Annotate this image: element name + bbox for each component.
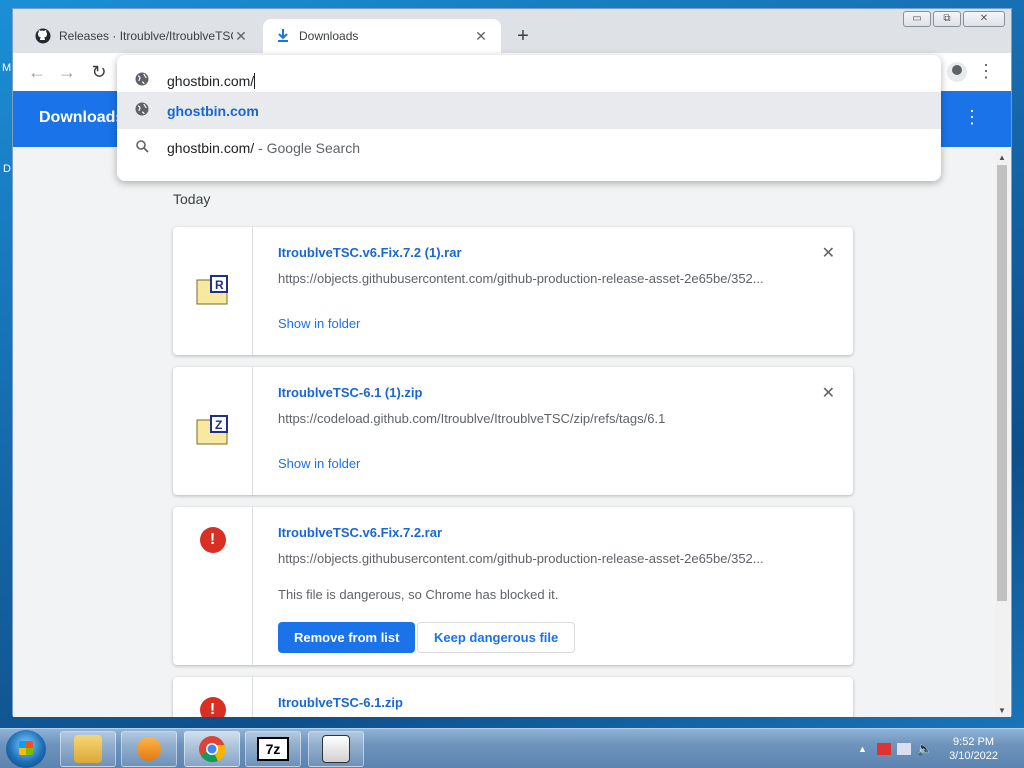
show-hidden-icons[interactable]: ▲: [858, 744, 867, 754]
page-scrollbar[interactable]: ▲ ▼: [995, 151, 1009, 717]
page-menu-icon[interactable]: ⋮: [963, 107, 981, 128]
danger-icon: !: [199, 697, 226, 717]
suggestion-query: ghostbin.com/: [167, 139, 255, 156]
rar-archive-icon: R: [196, 275, 230, 305]
text-caret: [254, 72, 256, 89]
mascot-app-icon[interactable]: [308, 731, 364, 767]
download-filename-link[interactable]: ItroublveTSC.v6.Fix.7.2.rar: [278, 525, 442, 540]
file-icon-column: !: [173, 507, 253, 665]
taskbar: 7z ▲ 🔈 9:52 PM 3/10/2022: [0, 728, 1024, 768]
search-icon: [117, 139, 167, 156]
clock-time: 9:52 PM: [953, 736, 995, 748]
page-title: Downloads: [39, 109, 125, 126]
download-filename-link[interactable]: ItroublveTSC-6.1.zip: [278, 695, 403, 710]
desktop-icon-label: D: [3, 163, 11, 175]
downloads-page: Downloads ⋮ Today R ItroublveTSC.v6.Fix.…: [13, 91, 1011, 717]
browser-menu-icon[interactable]: ⋮: [977, 61, 995, 82]
download-filename-link[interactable]: ItroublveTSC.v6.Fix.7.2 (1).rar: [278, 245, 462, 260]
back-button[interactable]: ←: [27, 62, 47, 82]
7zip-icon[interactable]: 7z: [245, 731, 301, 767]
clock-date: 3/10/2022: [949, 750, 998, 762]
show-in-folder-link[interactable]: Show in folder: [278, 456, 360, 471]
profile-avatar[interactable]: [947, 62, 967, 82]
scroll-up-icon[interactable]: ▲: [995, 153, 1009, 162]
globe-icon: [117, 102, 167, 119]
download-source-url[interactable]: https://codeload.github.com/Itroublve/It…: [278, 411, 665, 426]
suggestion-description: - Google Search: [254, 139, 361, 156]
forward-button[interactable]: →: [57, 62, 77, 82]
suggestion-url: ghostbin.com: [167, 102, 259, 119]
svg-text:Z: Z: [215, 418, 222, 432]
window-controls: ▭ ⧉ ✕: [903, 11, 1005, 27]
maximize-button[interactable]: ⧉: [933, 11, 961, 27]
reload-button[interactable]: ↻: [89, 62, 109, 82]
minimize-button[interactable]: ▭: [903, 11, 931, 27]
globe-icon: [117, 72, 167, 89]
clock[interactable]: 9:52 PM 3/10/2022: [949, 735, 998, 763]
download-item-blocked: ! ItroublveTSC.v6.Fix.7.2.rar https://ob…: [173, 507, 853, 665]
network-icon[interactable]: [896, 743, 911, 755]
scrollbar-thumb[interactable]: [997, 165, 1007, 601]
desktop-icon-label: M: [2, 62, 12, 74]
omnibox-suggestion-selected[interactable]: ghostbin.com: [117, 92, 941, 129]
remove-item-icon[interactable]: ✕: [822, 243, 835, 263]
system-tray: ▲ 🔈 9:52 PM 3/10/2022: [858, 729, 1024, 768]
chrome-icon[interactable]: [184, 731, 240, 767]
media-player-icon[interactable]: [121, 731, 177, 767]
download-filename-link[interactable]: ItroublveTSC-6.1 (1).zip: [278, 385, 422, 400]
file-icon-column: R: [173, 227, 253, 355]
chrome-window: Releases · Itroublve/ItroublveTSC ✕ Down…: [12, 8, 1012, 717]
tab-close-icon[interactable]: ✕: [233, 28, 249, 45]
new-tab-button[interactable]: +: [513, 26, 533, 46]
download-item: R ItroublveTSC.v6.Fix.7.2 (1).rar https:…: [173, 227, 853, 355]
tab-close-icon[interactable]: ✕: [473, 28, 489, 45]
omnibox-dropdown: ghostbin.com/ ghostbin.com ghostbin.com/…: [117, 55, 941, 181]
tab-releases[interactable]: Releases · Itroublve/ItroublveTSC ✕: [23, 19, 261, 53]
action-center-icon[interactable]: [876, 743, 891, 755]
volume-icon[interactable]: 🔈: [917, 741, 933, 757]
zip-archive-icon: Z: [196, 415, 230, 445]
keep-dangerous-file-button[interactable]: Keep dangerous file: [417, 622, 576, 653]
tab-title: Downloads: [299, 29, 359, 43]
download-source-url[interactable]: https://objects.githubusercontent.com/gi…: [278, 551, 764, 566]
scroll-down-icon[interactable]: ▼: [995, 706, 1009, 715]
date-section-label: Today: [173, 191, 211, 207]
svg-text:R: R: [215, 278, 224, 292]
download-source-url[interactable]: https://objects.githubusercontent.com/gi…: [278, 271, 764, 286]
remove-item-icon[interactable]: ✕: [822, 383, 835, 403]
remove-from-list-button[interactable]: Remove from list: [278, 622, 416, 653]
download-icon: [275, 28, 291, 44]
danger-icon: !: [199, 527, 226, 553]
tab-title: Releases · Itroublve/ItroublveTSC: [59, 29, 233, 43]
omnibox-suggestion-search[interactable]: ghostbin.com/ - Google Search: [117, 129, 941, 166]
start-button[interactable]: [6, 730, 46, 768]
file-icon-column: Z: [173, 367, 253, 495]
github-icon: [35, 28, 51, 44]
file-icon-column: !: [173, 677, 253, 717]
close-window-button[interactable]: ✕: [963, 11, 1005, 27]
7zip-label: 7z: [257, 737, 289, 761]
show-in-folder-link[interactable]: Show in folder: [278, 316, 360, 331]
danger-warning-text: This file is dangerous, so Chrome has bl…: [278, 587, 559, 602]
file-explorer-icon[interactable]: [60, 731, 116, 767]
address-bar-text: ghostbin.com/: [167, 72, 255, 89]
download-item-blocked: ! ItroublveTSC-6.1.zip: [173, 677, 853, 717]
download-item: Z ItroublveTSC-6.1 (1).zip https://codel…: [173, 367, 853, 495]
tab-downloads[interactable]: Downloads ✕: [263, 19, 501, 53]
tab-strip: Releases · Itroublve/ItroublveTSC ✕ Down…: [13, 9, 1011, 53]
